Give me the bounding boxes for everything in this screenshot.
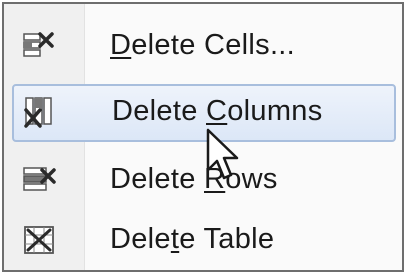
delete-rows-icon (22, 164, 58, 198)
menu-item-label: Delete Cells... (110, 29, 296, 61)
menu-item-label: Delete Table (110, 223, 275, 255)
menu-item-delete-table[interactable]: Delete Table (12, 212, 396, 270)
arrow-pointer-icon (206, 128, 244, 184)
menu-item-delete-columns[interactable]: Delete Columns (12, 84, 396, 142)
menu-item-label: Delete Rows (110, 163, 278, 195)
menu-item-delete-cells[interactable]: Delete Cells... (12, 18, 396, 76)
menu-item-delete-rows[interactable]: Delete Rows (12, 152, 396, 210)
context-menu: Delete Cells... Delete Columns Delete Ro… (2, 2, 404, 272)
delete-table-icon (22, 224, 58, 258)
menu-item-label: Delete Columns (112, 95, 323, 127)
delete-columns-icon (22, 96, 58, 130)
delete-cells-icon (22, 30, 58, 64)
